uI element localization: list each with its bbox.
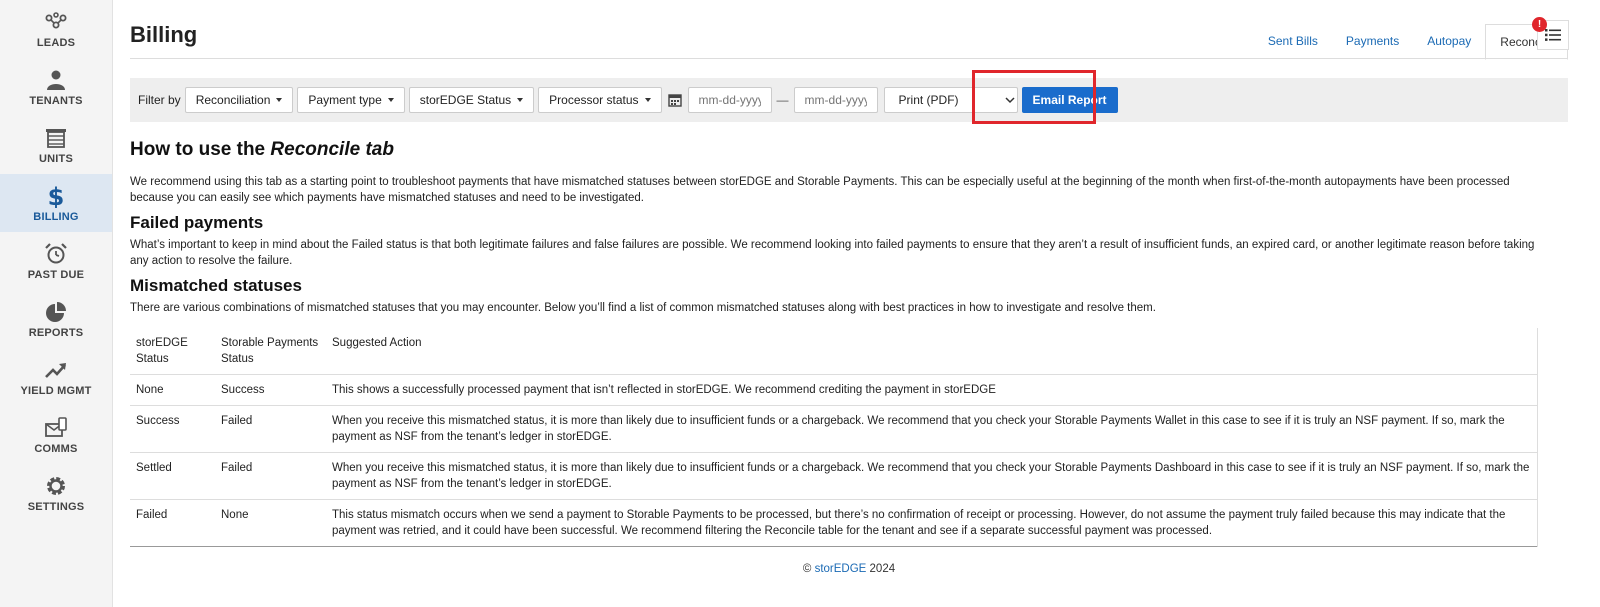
table-header-row: storEDGE Status Storable Payments Status…	[130, 328, 1538, 375]
tab-sent-bills[interactable]: Sent Bills	[1254, 24, 1332, 58]
sidebar-item-yield-mgmt[interactable]: YIELD MGMT	[0, 348, 112, 406]
tab-autopay[interactable]: Autopay	[1413, 24, 1485, 58]
sidebar-item-billing[interactable]: $ BILLING	[0, 174, 112, 232]
table-row: Success Failed When you receive this mis…	[130, 405, 1538, 453]
how-to-heading: How to use the Reconcile tab	[130, 138, 1540, 162]
date-to-input[interactable]	[793, 87, 878, 113]
chevron-down-icon	[1005, 97, 1015, 104]
copyright-symbol: ©	[802, 563, 812, 575]
table-cell: Failed	[130, 499, 215, 547]
dropdown-label: storEDGE Status	[419, 93, 512, 107]
sidebar-item-label: SETTINGS	[27, 500, 85, 513]
storedge-status-dropdown[interactable]: storEDGE Status	[408, 87, 535, 113]
table-cell: None	[130, 374, 215, 406]
mismatched-statuses-heading: Mismatched statuses	[130, 276, 302, 295]
alarm-clock-icon	[45, 242, 67, 263]
sidebar-item-label: LEADS	[36, 36, 76, 49]
caret-down-icon	[517, 98, 524, 102]
intro-paragraph: We recommend using this tab as a startin…	[130, 176, 1510, 204]
title-divider	[130, 58, 1568, 59]
sidebar-item-label: REPORTS	[28, 326, 84, 339]
tenants-icon	[47, 70, 65, 90]
filter-label: Filter by	[138, 93, 181, 107]
table-row: Settled Failed When you receive this mis…	[130, 452, 1538, 500]
table-cell: Success	[215, 374, 326, 406]
processor-status-dropdown[interactable]: Processor status	[538, 87, 662, 113]
sidebar-item-reports[interactable]: REPORTS	[0, 290, 112, 348]
caret-down-icon	[276, 98, 283, 102]
calendar-icon	[667, 94, 682, 107]
list-icon	[1545, 29, 1561, 41]
dropdown-label: Payment type	[308, 93, 382, 107]
dollar-icon: $	[48, 184, 65, 208]
date-from-input[interactable]	[687, 87, 772, 113]
table-row: Failed None This status mismatch occurs …	[130, 499, 1538, 547]
sidebar-item-leads[interactable]: LEADS	[0, 0, 112, 58]
sidebar-item-label: UNITS	[39, 152, 73, 165]
reconciliation-dropdown[interactable]: Reconciliation	[184, 87, 294, 113]
help-content: How to use the Reconcile tab We recommen…	[130, 138, 1540, 320]
leads-icon	[45, 11, 67, 28]
table-header-cell: Storable Payments Status	[221, 337, 319, 365]
page-title: Billing	[130, 22, 198, 47]
table-cell: Settled	[130, 452, 215, 500]
table-cell: Failed	[215, 452, 326, 500]
how-to-prefix: How to use the	[130, 139, 271, 160]
svg-text:$: $	[48, 184, 65, 208]
sidebar-item-label: BILLING	[33, 210, 79, 223]
failed-payments-heading: Failed payments	[130, 213, 264, 232]
footer: © storEDGE 2024	[130, 563, 1568, 575]
table-cell: This status mismatch occurs when we send…	[326, 499, 1538, 547]
table-cell: Failed	[215, 405, 326, 453]
caret-down-icon	[387, 98, 394, 102]
tab-bar: Sent Bills Payments Autopay Reconcile	[1254, 24, 1568, 60]
sidebar-item-units[interactable]: UNITS	[0, 116, 112, 174]
pie-chart-icon	[46, 301, 66, 322]
email-report-button[interactable]: Email Report	[1021, 87, 1118, 113]
table-header-cell: Suggested Action	[326, 328, 1538, 375]
failed-payments-paragraph: What’s important to keep in mind about t…	[130, 239, 1535, 267]
table-cell: When you receive this mismatched status,…	[326, 452, 1538, 500]
storedge-link[interactable]: storEDGE	[815, 563, 867, 575]
table-cell: Success	[130, 405, 215, 453]
sidebar-item-settings[interactable]: SETTINGS	[0, 464, 112, 522]
trend-up-icon	[45, 362, 66, 378]
sidebar-item-tenants[interactable]: TENANTS	[0, 58, 112, 116]
table-cell: When you receive this mismatched status,…	[326, 405, 1538, 453]
gear-icon	[47, 476, 65, 495]
sidebar-item-past-due[interactable]: PAST DUE	[0, 232, 112, 290]
table-cell: This shows a successfully processed paym…	[326, 374, 1538, 406]
sidebar-item-label: YIELD MGMT	[20, 384, 92, 397]
dropdown-label: Processor status	[549, 93, 639, 107]
envelope-phone-icon	[45, 416, 67, 437]
sidebar-item-label: PAST DUE	[27, 268, 85, 281]
filter-bar: Filter by Reconciliation Payment type st…	[130, 70, 1568, 124]
units-icon	[46, 128, 66, 148]
table-cell: None	[215, 499, 326, 547]
notification-badge: !	[1532, 17, 1547, 32]
table-header-cell: storEDGE Status	[136, 337, 188, 365]
tab-payments[interactable]: Payments	[1332, 24, 1413, 58]
sidebar: LEADS TENANTS UNITS $ BILLING PAST DUE R…	[0, 0, 113, 607]
mismatched-statuses-paragraph: There are various combinations of mismat…	[130, 302, 1156, 314]
sidebar-item-label: COMMS	[34, 442, 78, 455]
table-row: None Success This shows a successfully p…	[130, 374, 1538, 406]
dropdown-label: Reconciliation	[195, 93, 271, 107]
date-separator: —	[776, 93, 789, 107]
payment-type-dropdown[interactable]: Payment type	[297, 87, 405, 113]
sidebar-item-label: TENANTS	[29, 94, 83, 107]
print-format-select[interactable]: Print (PDF)	[883, 87, 1018, 113]
how-to-emphasis: Reconcile tab	[270, 139, 394, 160]
mismatch-table: storEDGE Status Storable Payments Status…	[130, 328, 1538, 547]
caret-down-icon	[644, 98, 651, 102]
print-format-value: Print (PDF)	[898, 93, 959, 107]
copyright-year: 2024	[869, 563, 896, 575]
sidebar-item-comms[interactable]: COMMS	[0, 406, 112, 464]
